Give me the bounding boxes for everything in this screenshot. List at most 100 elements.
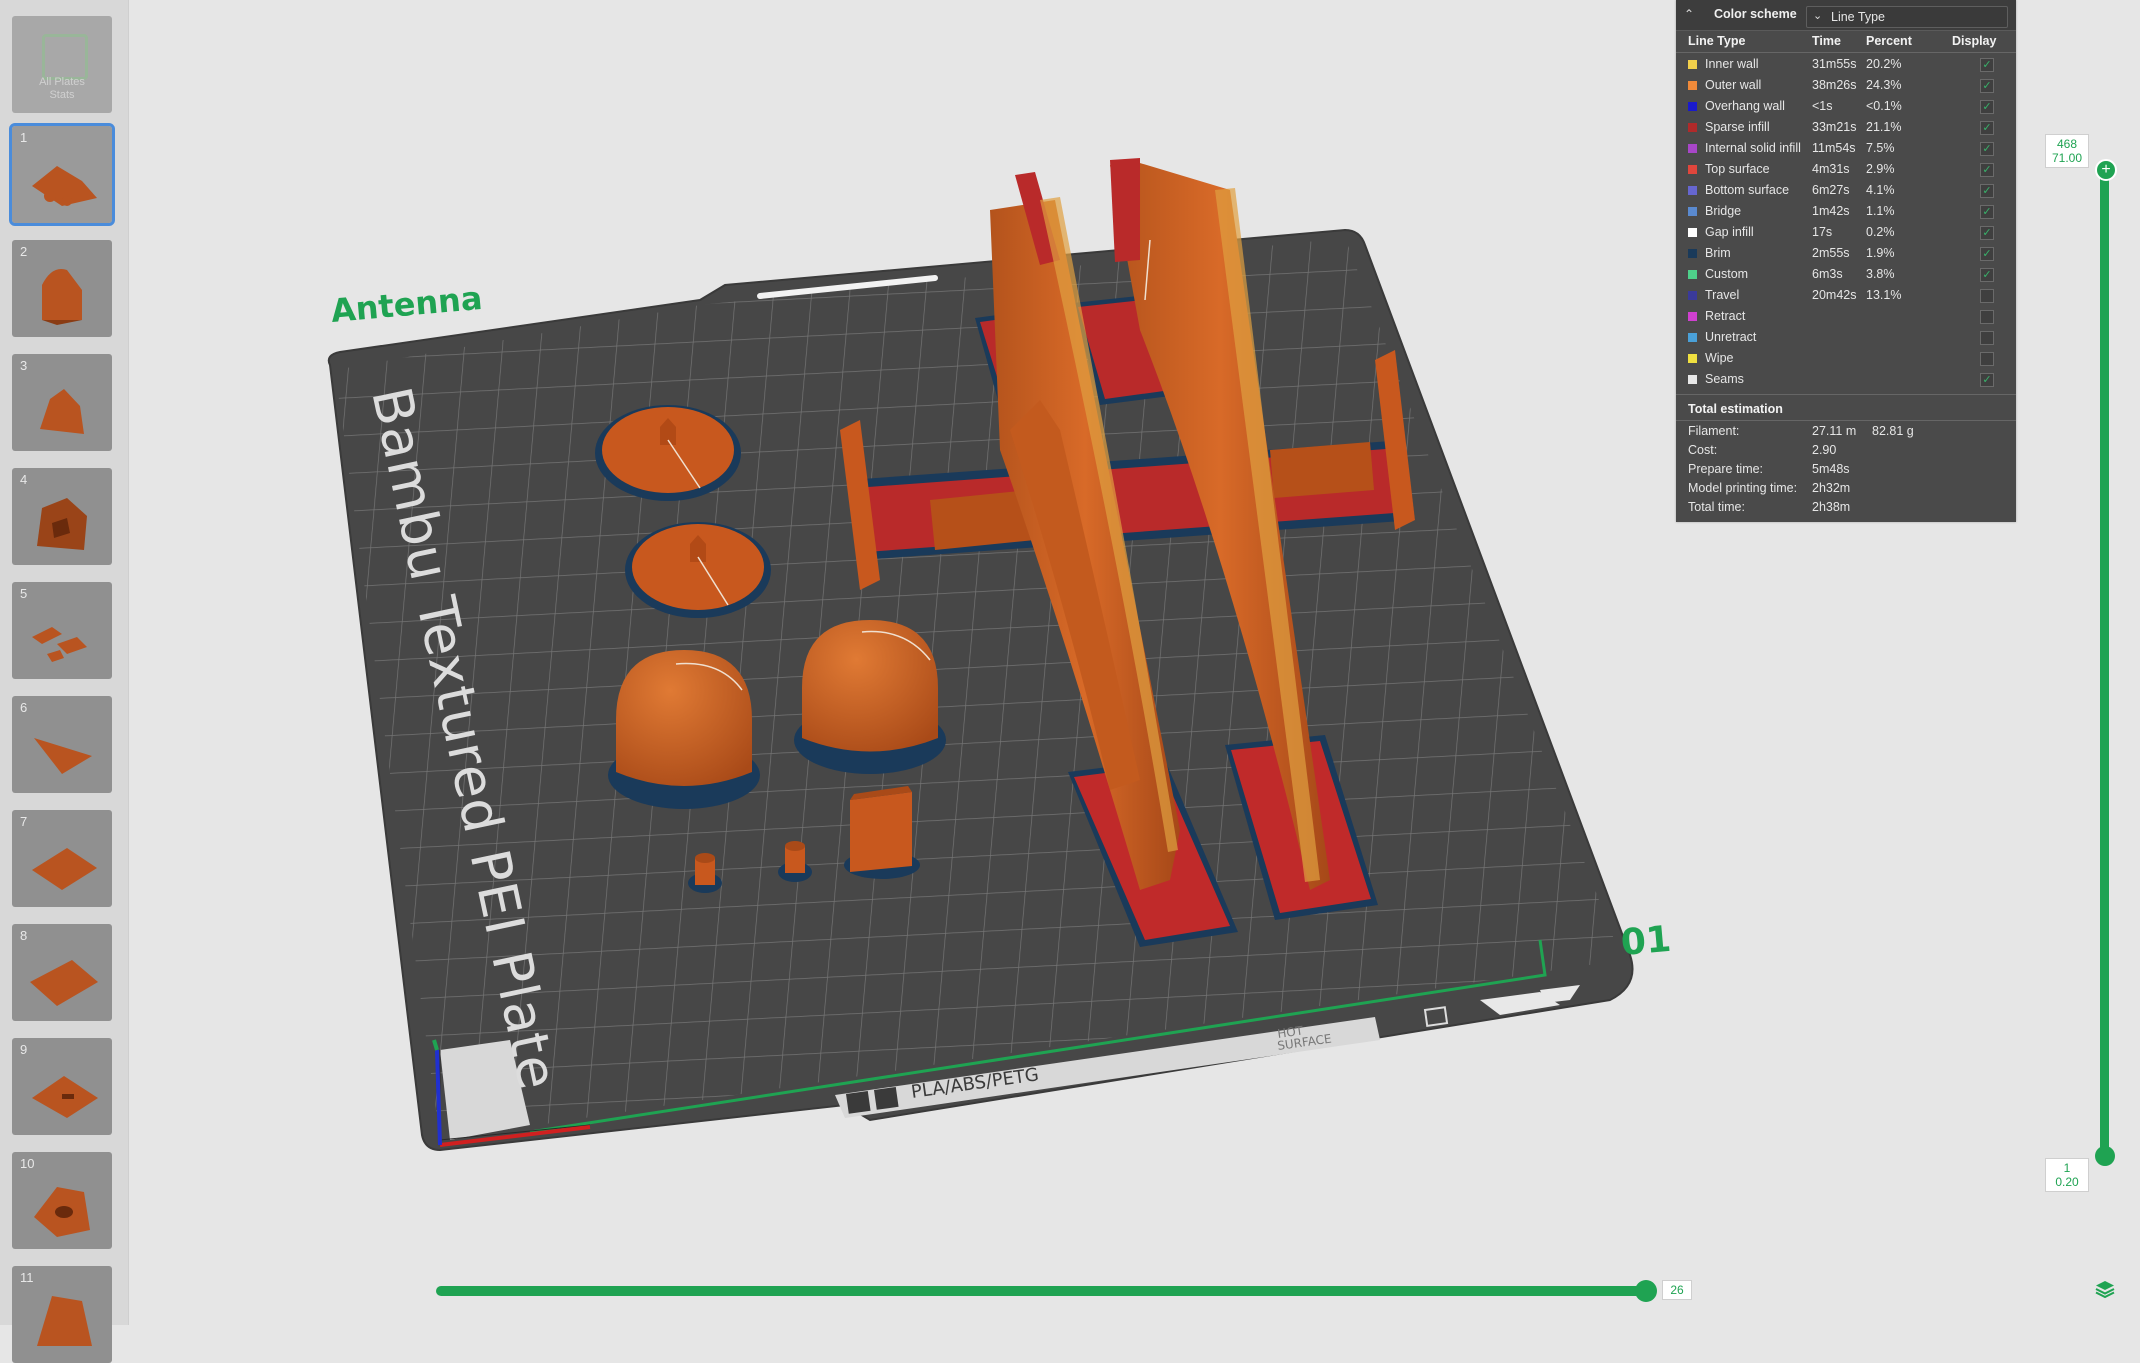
move-slider-value: 26 [1662, 1280, 1692, 1300]
plate-thumbnail-7[interactable]: 7 [12, 810, 112, 907]
line-type-name: Overhang wall [1705, 99, 1785, 113]
total-key: Filament: [1688, 424, 1740, 438]
plate-number: 2 [20, 244, 28, 259]
col-header-time: Time [1812, 34, 1841, 48]
line-type-percent: 7.5% [1866, 141, 1895, 155]
line-type-name: Bridge [1705, 204, 1742, 218]
color-scheme-value: Line Type [1831, 10, 1885, 24]
line-type-time: 17s [1812, 225, 1833, 239]
legend-row: Top surface 4m31s 2.9% ✓ [1676, 159, 2016, 180]
color-swatch [1688, 333, 1697, 342]
legend-row: Sparse infill 33m21s 21.1% ✓ [1676, 117, 2016, 138]
line-type-time: 38m26s [1812, 78, 1857, 92]
plate-thumbnail-11[interactable]: 11 [12, 1266, 112, 1363]
plate-thumbnail-2[interactable]: 2 [12, 240, 112, 337]
legend-row: Custom 6m3s 3.8% ✓ [1676, 264, 2016, 285]
line-type-percent: 3.8% [1866, 267, 1895, 281]
move-slider-handle[interactable] [1635, 1280, 1657, 1302]
color-swatch [1688, 186, 1697, 195]
line-type-name: Top surface [1705, 162, 1770, 176]
line-type-name: Bottom surface [1705, 183, 1790, 197]
line-type-percent: 24.3% [1866, 78, 1902, 92]
color-swatch [1688, 144, 1697, 153]
plate-thumbnail-1[interactable]: 1 [9, 123, 115, 226]
display-checkbox-checked[interactable]: ✓ [1980, 79, 1994, 93]
plate-thumbnail-8[interactable]: 8 [12, 924, 112, 1021]
line-type-time: 2m55s [1812, 246, 1850, 260]
color-swatch [1688, 123, 1697, 132]
color-swatch [1688, 228, 1697, 237]
line-type-name: Outer wall [1705, 78, 1762, 92]
display-checkbox-checked[interactable]: ✓ [1980, 184, 1994, 198]
total-value: 5m48s [1812, 462, 1850, 476]
line-type-percent: 13.1% [1866, 288, 1902, 302]
layer-top-label: 468 71.00 [2045, 134, 2089, 168]
legend-row: Unretract [1676, 327, 2016, 348]
plate-thumbnail-5[interactable]: 5 [12, 582, 112, 679]
total-value: 2h32m [1812, 481, 1851, 495]
total-value: 2h38m [1812, 500, 1851, 514]
line-type-percent: 4.1% [1866, 183, 1895, 197]
all-plates-stats-thumbnail[interactable]: All Plates Stats [12, 16, 112, 113]
display-checkbox-checked[interactable]: ✓ [1980, 226, 1994, 240]
legend-row: Wipe [1676, 348, 2016, 369]
line-type-percent: 0.2% [1866, 225, 1895, 239]
line-type-percent: <0.1% [1866, 99, 1902, 113]
total-key: Prepare time: [1688, 462, 1764, 476]
legend-row: Brim 2m55s 1.9% ✓ [1676, 243, 2016, 264]
layer-bottom-handle[interactable] [2095, 1146, 2115, 1166]
plate-number: 7 [20, 814, 28, 829]
line-type-name: Unretract [1705, 330, 1757, 344]
total-value-2: 82.81 g [1872, 424, 1914, 438]
legend-row: Retract [1676, 306, 2016, 327]
display-checkbox[interactable] [1980, 289, 1994, 303]
plate-thumbnail-10[interactable]: 10 [12, 1152, 112, 1249]
line-type-name: Brim [1705, 246, 1731, 260]
all-plates-icon [42, 34, 88, 80]
color-scheme-select[interactable]: ⌄ Line Type [1806, 6, 2008, 28]
line-type-time: 6m27s [1812, 183, 1850, 197]
line-type-percent: 1.9% [1866, 246, 1895, 260]
move-slider-track[interactable] [436, 1286, 1654, 1296]
plate-number: 8 [20, 928, 28, 943]
plate-thumbnail-3[interactable]: 3 [12, 354, 112, 451]
plate-sidebar: All Plates Stats 1 2 3 4 5 6 7 8 9 10 11 [0, 0, 129, 1363]
display-checkbox[interactable] [1980, 352, 1994, 366]
plate-thumbnail-6[interactable]: 6 [12, 696, 112, 793]
collapse-chevron-icon[interactable]: ⌃ [1684, 7, 1698, 21]
display-checkbox-checked[interactable]: ✓ [1980, 142, 1994, 156]
color-scheme-panel: ⌃ Color scheme ⌄ Line Type Line Type Tim… [1676, 0, 2016, 522]
line-type-name: Seams [1705, 372, 1744, 386]
color-swatch [1688, 60, 1697, 69]
display-checkbox-checked[interactable]: ✓ [1980, 268, 1994, 282]
display-checkbox-checked[interactable]: ✓ [1980, 121, 1994, 135]
display-checkbox-checked[interactable]: ✓ [1980, 247, 1994, 261]
line-type-time: 20m42s [1812, 288, 1857, 302]
line-type-name: Sparse infill [1705, 120, 1770, 134]
plate-thumbnail-9[interactable]: 9 [12, 1038, 112, 1135]
color-swatch [1688, 270, 1697, 279]
legend-row: Inner wall 31m55s 20.2% ✓ [1676, 54, 2016, 75]
layer-slider-track[interactable] [2100, 168, 2109, 1156]
plate-thumbnail-4[interactable]: 4 [12, 468, 112, 565]
legend-row: Internal solid infill 11m54s 7.5% ✓ [1676, 138, 2016, 159]
layer-top-handle[interactable]: + [2095, 159, 2117, 181]
line-type-time: 31m55s [1812, 57, 1857, 71]
display-checkbox[interactable] [1980, 310, 1994, 324]
line-type-name: Travel [1705, 288, 1740, 302]
display-checkbox-checked[interactable]: ✓ [1980, 205, 1994, 219]
line-type-time: 1m42s [1812, 204, 1850, 218]
line-type-name: Inner wall [1705, 57, 1759, 71]
line-type-time: 33m21s [1812, 120, 1857, 134]
layers-icon[interactable] [2094, 1278, 2116, 1300]
color-swatch [1688, 81, 1697, 90]
total-key: Model printing time: [1688, 481, 1798, 495]
color-scheme-title: Color scheme [1714, 7, 1797, 21]
display-checkbox-checked[interactable]: ✓ [1980, 100, 1994, 114]
display-checkbox-checked[interactable]: ✓ [1980, 163, 1994, 177]
line-type-time: 4m31s [1812, 162, 1850, 176]
display-checkbox-checked[interactable]: ✓ [1980, 58, 1994, 72]
plate-number: 1 [20, 130, 28, 145]
display-checkbox-checked[interactable]: ✓ [1980, 373, 1994, 387]
display-checkbox[interactable] [1980, 331, 1994, 345]
